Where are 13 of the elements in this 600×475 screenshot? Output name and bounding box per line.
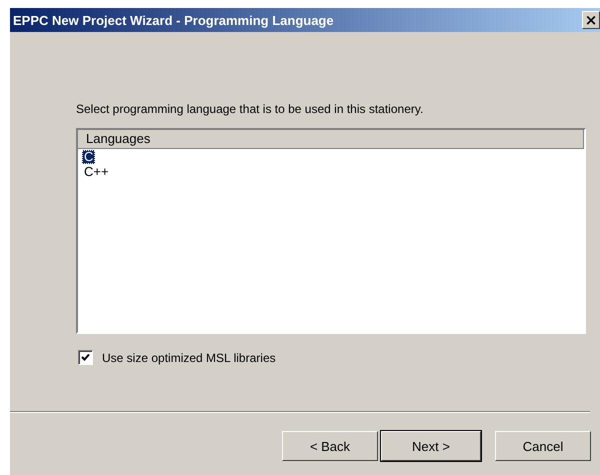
wizard-button[interactable]: < Back bbox=[282, 431, 378, 461]
wizard-button[interactable]: Cancel bbox=[495, 431, 591, 461]
close-button[interactable]: × bbox=[582, 11, 600, 29]
check-icon bbox=[81, 353, 90, 362]
checkbox-label: Use size optimized MSL libraries bbox=[102, 350, 276, 364]
list-item[interactable]: C++ bbox=[82, 165, 111, 179]
wizard-button[interactable]: Next > bbox=[381, 431, 481, 461]
instruction-text: Select programming language that is to be used in this stationery. bbox=[76, 102, 424, 116]
window-title: EPPC New Project Wizard - Programming Language bbox=[13, 12, 334, 28]
list-item[interactable]: C bbox=[82, 150, 96, 164]
column-header[interactable]: Languages bbox=[78, 130, 584, 149]
checkbox[interactable] bbox=[78, 350, 93, 365]
language-list[interactable]: Languages C C++ bbox=[76, 128, 586, 334]
